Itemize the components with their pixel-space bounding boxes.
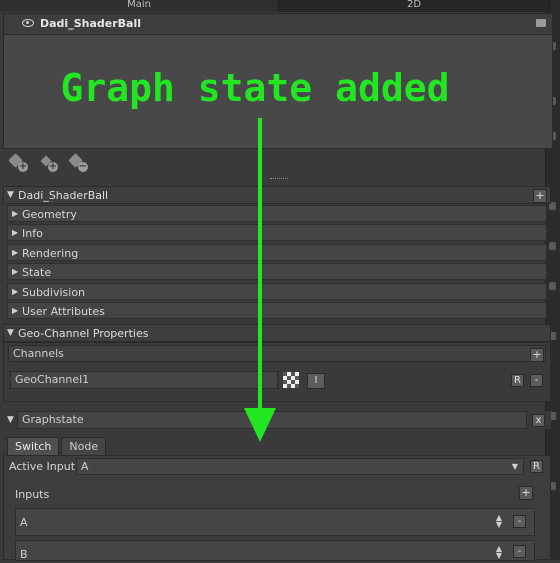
tab-switch-label: Switch xyxy=(15,440,52,453)
reset-button-label: R xyxy=(514,375,521,386)
inputs-label: Inputs xyxy=(15,488,50,501)
channels-label: Channels xyxy=(13,347,64,360)
annotation-arrow-icon xyxy=(244,118,276,442)
top-tab-bar: Main 2D xyxy=(0,0,560,12)
tab-2d[interactable]: 2D xyxy=(279,0,550,12)
expand-triangle-icon[interactable]: ▶ xyxy=(12,228,18,237)
expand-triangle-icon[interactable]: ▶ xyxy=(12,287,18,296)
lock-icon[interactable] xyxy=(536,19,546,27)
graphstate-tabs: Switch Node xyxy=(7,437,107,456)
add-section-button[interactable]: + xyxy=(533,189,547,203)
geo-channel-value: GeoChannel1 xyxy=(15,373,90,386)
object-name-label: Dadi_ShaderBall xyxy=(18,189,109,202)
geo-channel-title: Geo-Channel Properties xyxy=(18,327,149,340)
remove-channel-label: - xyxy=(534,375,539,386)
tab-node-label: Node xyxy=(69,440,99,453)
collapse-triangle-icon[interactable]: ▼ xyxy=(7,328,14,338)
add-object-icon[interactable]: + xyxy=(8,152,28,172)
outliner-item-name: Dadi_ShaderBall xyxy=(40,17,141,30)
section-label: User Attributes xyxy=(22,305,105,318)
section-label: Subdivision xyxy=(22,286,86,299)
close-label: x xyxy=(535,415,542,426)
tab-switch[interactable]: Switch xyxy=(7,437,60,456)
section-label: State xyxy=(22,266,52,279)
section-label: Rendering xyxy=(22,247,79,260)
eye-icon[interactable] xyxy=(22,19,34,27)
reorder-stepper-icon[interactable]: ▲ ▼ xyxy=(494,545,504,560)
channel-swatch-icon[interactable] xyxy=(283,372,299,388)
collapse-triangle-icon[interactable]: ▼ xyxy=(7,190,14,200)
remove-input-label: - xyxy=(517,546,522,557)
outliner-item[interactable]: Dadi_ShaderBall xyxy=(4,14,552,35)
section-label: Geometry xyxy=(22,208,77,221)
tab-main[interactable]: Main xyxy=(0,0,279,12)
strip-icon[interactable] xyxy=(549,242,556,250)
active-input-value: A xyxy=(81,460,89,473)
tab-main-label: Main xyxy=(127,0,151,10)
remove-channel-button[interactable]: - xyxy=(530,374,543,387)
add-channel-button[interactable]: + xyxy=(530,348,544,362)
active-input-select[interactable]: A ▼ xyxy=(76,458,524,475)
collapse-triangle-icon[interactable]: ▼ xyxy=(7,415,14,425)
chevron-down-icon: ▼ xyxy=(511,462,518,471)
remove-input-button[interactable]: - xyxy=(513,545,526,558)
expand-triangle-icon[interactable]: ▶ xyxy=(12,248,18,257)
tab-2d-label: 2D xyxy=(406,0,422,10)
active-input-reset-button[interactable]: R xyxy=(530,460,543,473)
section-label: Info xyxy=(22,227,43,240)
expand-triangle-icon[interactable]: ▶ xyxy=(12,209,18,218)
expand-triangle-icon[interactable]: ▶ xyxy=(12,306,18,315)
i-button[interactable]: I xyxy=(307,373,325,389)
close-graphstate-button[interactable]: x xyxy=(532,414,545,427)
reset-label: R xyxy=(533,461,540,472)
tab-node[interactable]: Node xyxy=(61,437,107,456)
i-button-label: I xyxy=(314,375,318,386)
reset-button[interactable]: R xyxy=(511,374,524,387)
input-row-b: B xyxy=(15,540,535,561)
expand-triangle-icon[interactable]: ▶ xyxy=(12,267,18,276)
annotation-title: Graph state added xyxy=(60,66,450,110)
input-name: A xyxy=(20,516,28,529)
graphstate-title: Graphstate xyxy=(22,413,84,426)
input-name: B xyxy=(20,548,28,561)
add-input-button[interactable]: + xyxy=(519,486,533,500)
geo-channel-field[interactable]: GeoChannel1 xyxy=(10,371,278,389)
remove-input-button[interactable]: - xyxy=(513,515,526,528)
outliner-toolbar: + + − xyxy=(8,152,88,174)
strip-icon[interactable] xyxy=(549,282,556,290)
active-input-label: Active Input xyxy=(9,460,76,473)
switch-tab-content: Active Input A ▼ R Inputs + A ▲ ▼ - B ▲ ▼ … xyxy=(3,455,551,561)
reorder-stepper-icon[interactable]: ▲ ▼ xyxy=(494,514,504,529)
remove-input-label: - xyxy=(517,516,522,527)
add-locator-icon[interactable]: + xyxy=(38,152,58,172)
input-row-a: A xyxy=(15,508,535,536)
remove-object-icon[interactable]: − xyxy=(68,152,88,172)
